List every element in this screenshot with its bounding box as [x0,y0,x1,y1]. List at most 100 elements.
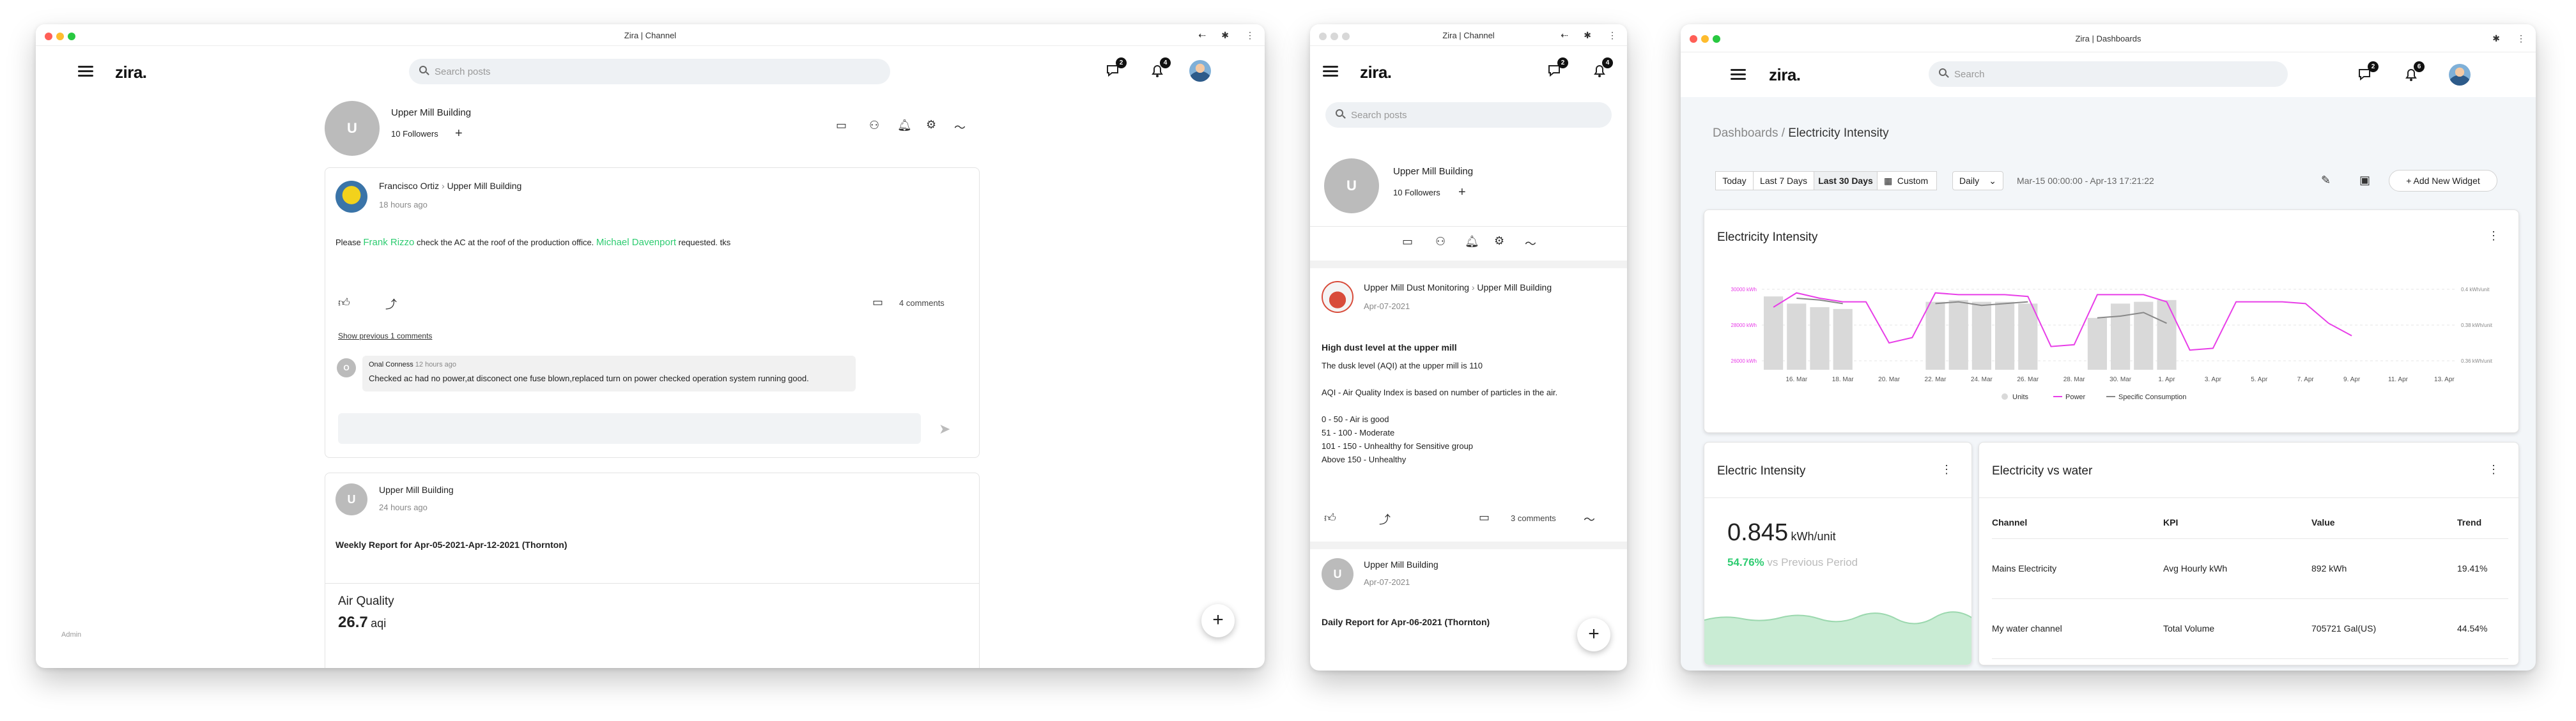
post-line: 51 - 100 - Moderate [1322,428,1395,437]
extension-icon[interactable]: ✱ [2492,33,2500,44]
divider [1704,497,1971,498]
channel-window-small: Zira | Channel ⇠ ✱ ⋮ zira. 2 4 Search po… [1310,24,1627,671]
legend-label: Power [2065,393,2086,401]
interval-select[interactable]: Daily ⌄ [1952,171,2003,190]
menu-icon[interactable] [1731,69,1746,80]
bell-icon[interactable]: 🔔︎ [1465,235,1479,248]
data-table: Channel KPI Value Trend Mains Electricit… [1992,506,2508,659]
extension-icon[interactable]: ✱ [1221,30,1229,41]
search-input[interactable]: Search posts [1351,110,1407,121]
range-custom-label: Custom [1897,176,1929,186]
range-today-button[interactable]: Today [1715,171,1754,190]
comment-icon[interactable]: ▭ [872,296,883,309]
user-avatar[interactable] [1189,60,1211,82]
post-author[interactable]: Francisco Ortiz [379,181,439,191]
widget-title: Electric Intensity [1717,464,1806,478]
bar [2157,300,2177,370]
breadcrumb-root[interactable]: Dashboards [1713,126,1778,140]
bar [2087,317,2107,370]
metric-unit: aqi [371,617,387,630]
save-icon[interactable]: ▣ [2359,174,2370,187]
search-bar[interactable]: Search posts [1325,102,1612,128]
add-post-button[interactable]: + [1577,618,1610,651]
window-title: Zira | Dashboards [2075,34,2141,43]
title-bar: Zira | Channel ⇠ ✱ ⋮ [1310,24,1627,46]
title-bar: Zira | Channel ⇠ ✱ ⋮ [36,24,1265,46]
user-avatar[interactable] [2449,64,2471,86]
plus-icon: + [2406,176,2414,186]
edit-icon[interactable]: ✎ [2321,174,2331,187]
send-icon[interactable]: ➤ [939,421,950,437]
messages-icon[interactable]: 2 [1546,57,1568,79]
range-last-7-days-button[interactable]: Last 7 Days [1753,171,1814,190]
range-last-30-days-button[interactable]: Last 30 Days [1814,171,1878,190]
comment-icon[interactable]: ▭ [1479,511,1490,524]
table-row[interactable]: Mains Electricity Avg Hourly kWh 892 kWh… [1992,538,2508,599]
more-vertical-icon[interactable]: ⋮ [2517,33,2526,44]
messages-icon[interactable]: 2 [2357,61,2379,83]
menu-icon[interactable] [1323,66,1338,77]
bell-icon[interactable]: 4 [1591,57,1613,79]
share-icon[interactable]: ⤴ [1379,511,1391,527]
show-previous-comments-link[interactable]: Show previous 1 comments [338,331,432,340]
comments-count[interactable]: 4 comments [899,298,945,308]
channel-name[interactable]: Upper Mill Building [391,107,471,118]
extension-icon[interactable]: ✱ [1584,30,1591,41]
back-icon[interactable]: ⇠ [1198,30,1206,41]
table-row[interactable]: My water channel Total Volume 705721 Gal… [1992,598,2508,659]
back-icon[interactable]: ⇠ [1561,30,1568,41]
search-bar[interactable]: Search posts [409,59,890,84]
channel-name[interactable]: Upper Mill Building [1393,166,1473,177]
post-text: requested. tks [678,238,731,247]
comment-author[interactable]: Onal Conness [369,361,413,368]
members-icon[interactable]: ⚇ [1435,235,1446,248]
post-author[interactable]: Upper Mill Building [1364,559,1438,570]
share-icon[interactable]: ⤴ [385,296,397,312]
search-bar[interactable]: Search [1929,61,2288,87]
bell-icon[interactable]: 4 [1149,57,1171,79]
kpi-comparison: vs Previous Period [1767,556,1858,568]
like-icon[interactable]: 👍︎ [338,296,350,310]
messages-icon[interactable]: 2 [1105,57,1127,79]
followers-count[interactable]: 10 Followers [391,129,438,139]
more-vertical-icon[interactable]: ⋮ [2488,463,2499,476]
search-input[interactable]: Search [1954,69,1985,80]
range-custom-button[interactable]: ▦ Custom [1877,171,1937,190]
bar [2111,303,2131,370]
mention-link[interactable]: Frank Rizzo [363,237,414,248]
post-channel[interactable]: Upper Mill Building [1477,282,1552,292]
post-channel[interactable]: Upper Mill Building [447,181,522,191]
add-follower-icon[interactable]: + [455,126,463,141]
menu-icon[interactable] [78,66,93,77]
mention-link[interactable]: Michael Davenport [596,237,676,248]
bell-icon[interactable]: 6 [2403,61,2425,83]
y-tick-label: 0.38 kWh/unit [2461,323,2493,328]
activity-icon[interactable]: 〜 [1525,235,1536,252]
post-title: Weekly Report for Apr-05-2021-Apr-12-202… [335,540,567,550]
comments-count[interactable]: 3 comments [1511,513,1556,523]
chat-icon[interactable]: ▭ [1402,235,1413,248]
more-vertical-icon[interactable]: ⋮ [1246,30,1254,41]
gear-icon[interactable]: ⚙ [1494,234,1504,248]
post-time: 18 hours ago [379,200,428,209]
post-author[interactable]: Upper Mill Building [379,485,454,495]
like-icon[interactable]: 👍︎ [1324,511,1336,525]
more-vertical-icon[interactable]: ⋮ [2488,229,2499,243]
search-input[interactable]: Search posts [435,66,491,77]
comment-input[interactable] [338,413,921,444]
post-author[interactable]: Upper Mill Dust Monitoring [1364,282,1469,292]
chat-icon[interactable]: ▭ [836,119,847,132]
members-icon[interactable]: ⚇ [869,119,879,132]
add-new-widget-button[interactable]: + Add New Widget [2389,170,2497,192]
bell-icon[interactable]: 🔔︎ [897,119,912,132]
activity-icon[interactable]: 〜 [954,119,966,135]
more-vertical-icon[interactable]: ⋮ [1941,463,1952,476]
more-vertical-icon[interactable]: ⋮ [1608,30,1617,41]
activity-icon[interactable]: 〜 [1584,511,1595,527]
kpi-value: 0.845 [1727,519,1789,546]
add-follower-icon[interactable]: + [1458,185,1466,200]
messages-badge: 2 [1557,57,1568,68]
add-post-button[interactable]: + [1201,604,1235,637]
gear-icon[interactable]: ⚙ [926,118,936,132]
followers-count[interactable]: 10 Followers [1393,188,1440,197]
